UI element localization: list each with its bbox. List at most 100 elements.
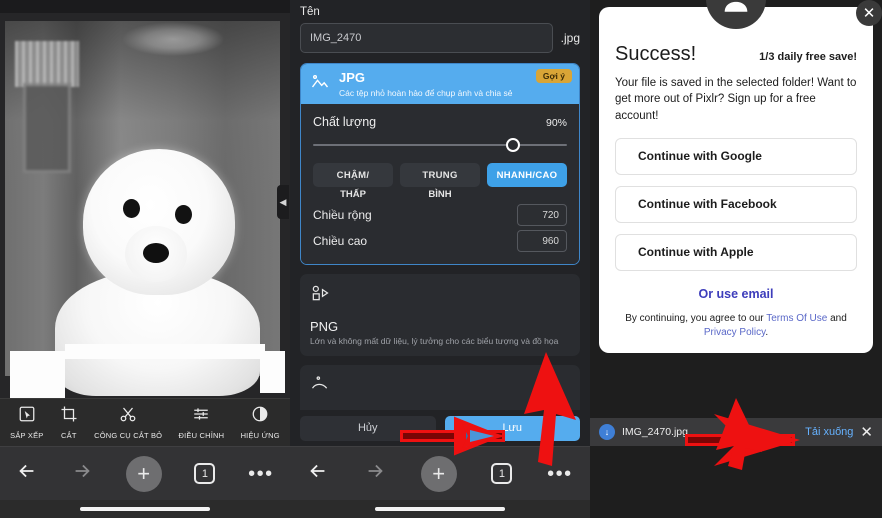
tool-crop-label: CẮT [61,431,77,440]
export-form: Tên IMG_2470 .jpg JPG Các tệp nhỏ hoàn h… [290,0,590,410]
editor-toolbar: SẮP XẾP CẮT CÔNG CỤ CẮT BỎ ĐIỀU CHỈNH HI… [0,398,290,446]
speed-segmented-sublabels: THẤP BÌNH [313,189,567,200]
format-title: JPG [339,70,366,85]
scissors-icon [119,405,137,428]
tool-arrange-label: SẮP XẾP [10,431,44,440]
format-card-png[interactable]: PNG Lớn và không mất dữ liệu, lý tưởng c… [300,274,580,357]
speed-option-slow-sublabel: THẤP [340,189,366,201]
photo-canvas[interactable]: ◀ [0,13,290,398]
file-extension-label: .jpg [560,31,580,45]
continue-with-google-button[interactable]: Continue with Google [615,137,857,175]
arrange-icon [18,405,36,428]
white-overlay-1 [10,351,65,398]
speed-option-medium[interactable]: TRUNG [400,163,480,188]
status-bar [0,0,290,13]
quality-row: Chất lượng 90% [313,115,567,129]
quality-slider-knob[interactable] [506,138,521,153]
nav-forward-button-2[interactable] [364,460,386,487]
speed-option-fast-sublabel [487,189,567,200]
save-button[interactable]: Lưu [444,415,580,441]
nav-tab-count-button-2[interactable]: 1 [491,463,513,484]
speed-option-fast[interactable]: NHANH/CAO [487,163,567,188]
format-settings-panel: Chất lượng 90% CHẬM/ TRUNG NHANH/CAO THẤ… [301,104,579,265]
height-label: Chiều cao [313,234,368,249]
close-icon[interactable]: ✕ [856,0,882,26]
download-close-icon[interactable]: ✕ [860,423,873,441]
jpg-icon [310,70,330,97]
quality-value: 90% [545,117,567,130]
continue-with-facebook-button[interactable]: Continue with Facebook [615,185,857,223]
dialog-title: Success! [615,43,697,65]
width-row: Chiều rộng 720 [313,204,567,227]
nav-back-button-2[interactable] [307,460,329,487]
home-indicator-area-1 [0,500,290,518]
photo-stripes-deco [15,41,79,87]
width-label: Chiều rộng [313,208,372,223]
webp-icon [310,374,570,394]
format-card-webp[interactable]: WebP Định dạng hiện đại phù hợp với tất … [300,365,580,410]
recommended-badge: Gợi ý [535,69,572,83]
download-icon: ↓ [599,424,615,440]
puppy-eye-right [175,205,192,224]
format-card-jpg[interactable]: JPG Các tệp nhỏ hoàn hảo để chụp ảnh và … [300,63,580,266]
white-overlay-3 [260,351,285,393]
browser-navbar-2: + 1 ••• [290,446,590,500]
cancel-button[interactable]: Hủy [300,415,436,441]
free-save-counter: 1/3 daily free save! [759,51,857,63]
nav-tab-count-button[interactable]: 1 [194,463,216,484]
effects-icon [251,405,269,428]
width-input[interactable]: 720 [517,204,567,227]
downloaded-file-name: IMG_2470.jpg [622,426,688,438]
terms-text: By continuing, you agree to our Terms Of… [615,312,857,341]
tool-adjust-label: ĐIỀU CHỈNH [178,431,225,440]
nav-more-button-2[interactable]: ••• [547,464,573,484]
tool-effects[interactable]: HIỆU ỨNG [241,405,280,440]
panel-editor: ◀ SẮP XẾP CẮT CÔNG CỤ CẮT BỎ ĐIỀU CHỈNH … [0,0,290,518]
tool-adjust[interactable]: ĐIỀU CHỈNH [179,405,225,440]
crop-icon [60,405,78,428]
download-action-link[interactable]: Tải xuống [805,426,853,438]
quality-slider-track [313,144,567,147]
format-card-header[interactable]: JPG Các tệp nhỏ hoàn hảo để chụp ảnh và … [301,64,579,105]
download-bar: ↓ IMG_2470.jpg Tải xuống ✕ [590,418,882,446]
privacy-policy-link[interactable]: Privacy Policy [704,327,766,338]
photo-frame-deco [23,83,71,173]
quality-slider[interactable] [313,138,567,153]
tool-effects-label: HIỆU ỨNG [240,431,280,440]
height-row: Chiều cao 960 [313,230,567,253]
browser-navbar-1: + 1 ••• [0,446,290,500]
file-name-input[interactable]: IMG_2470 [300,23,553,53]
continue-with-apple-button[interactable]: Continue with Apple [615,233,857,271]
nav-back-button[interactable] [16,460,38,487]
nav-forward-button[interactable] [71,460,93,487]
nav-new-tab-button[interactable]: + [125,455,162,492]
or-use-email-link[interactable]: Or use email [615,287,857,301]
tool-cutout-label: CÔNG CỤ CẮT BỎ [94,431,163,440]
home-indicator-area-2 [290,500,590,518]
signup-dialog: ✕ Success! 1/3 daily free save! Your fil… [599,0,882,353]
png-title: PNG [310,319,339,335]
avatar [706,0,766,29]
tool-cutout[interactable]: CÔNG CỤ CẮT BỎ [94,405,162,440]
height-input[interactable]: 960 [517,230,567,253]
oauth-button-group: Continue with Google Continue with Faceb… [615,137,857,271]
dialog-body-text: Your file is saved in the selected folde… [615,77,857,122]
speed-segmented-control: CHẬM/ TRUNG NHANH/CAO [313,163,567,188]
dialog-header: Success! 1/3 daily free save! [615,43,857,66]
shapes-icon [310,283,570,303]
terms-prefix: By continuing, you agree to our [625,312,767,324]
format-description: Các tệp nhỏ hoàn hảo để chụp ảnh và chia… [339,87,513,98]
tool-crop[interactable]: CẮT [60,405,78,440]
speed-option-slow[interactable]: CHẬM/ [313,163,393,188]
nav-new-tab-button-2[interactable]: + [420,455,457,492]
terms-of-use-link[interactable]: Terms Of Use [766,313,827,324]
quality-label: Chất lượng [313,115,377,130]
panel-success-dialog: ✕ Success! 1/3 daily free save! Your fil… [590,0,882,518]
name-field-label: Tên [300,6,320,18]
nav-more-button[interactable]: ••• [248,464,274,484]
puppy-photo [5,21,285,398]
white-overlay-2 [65,344,265,359]
panel-collapse-chevron-icon[interactable]: ◀ [277,185,289,219]
tool-arrange[interactable]: SẮP XẾP [10,405,43,440]
export-actions: Hủy Lưu [290,410,590,446]
